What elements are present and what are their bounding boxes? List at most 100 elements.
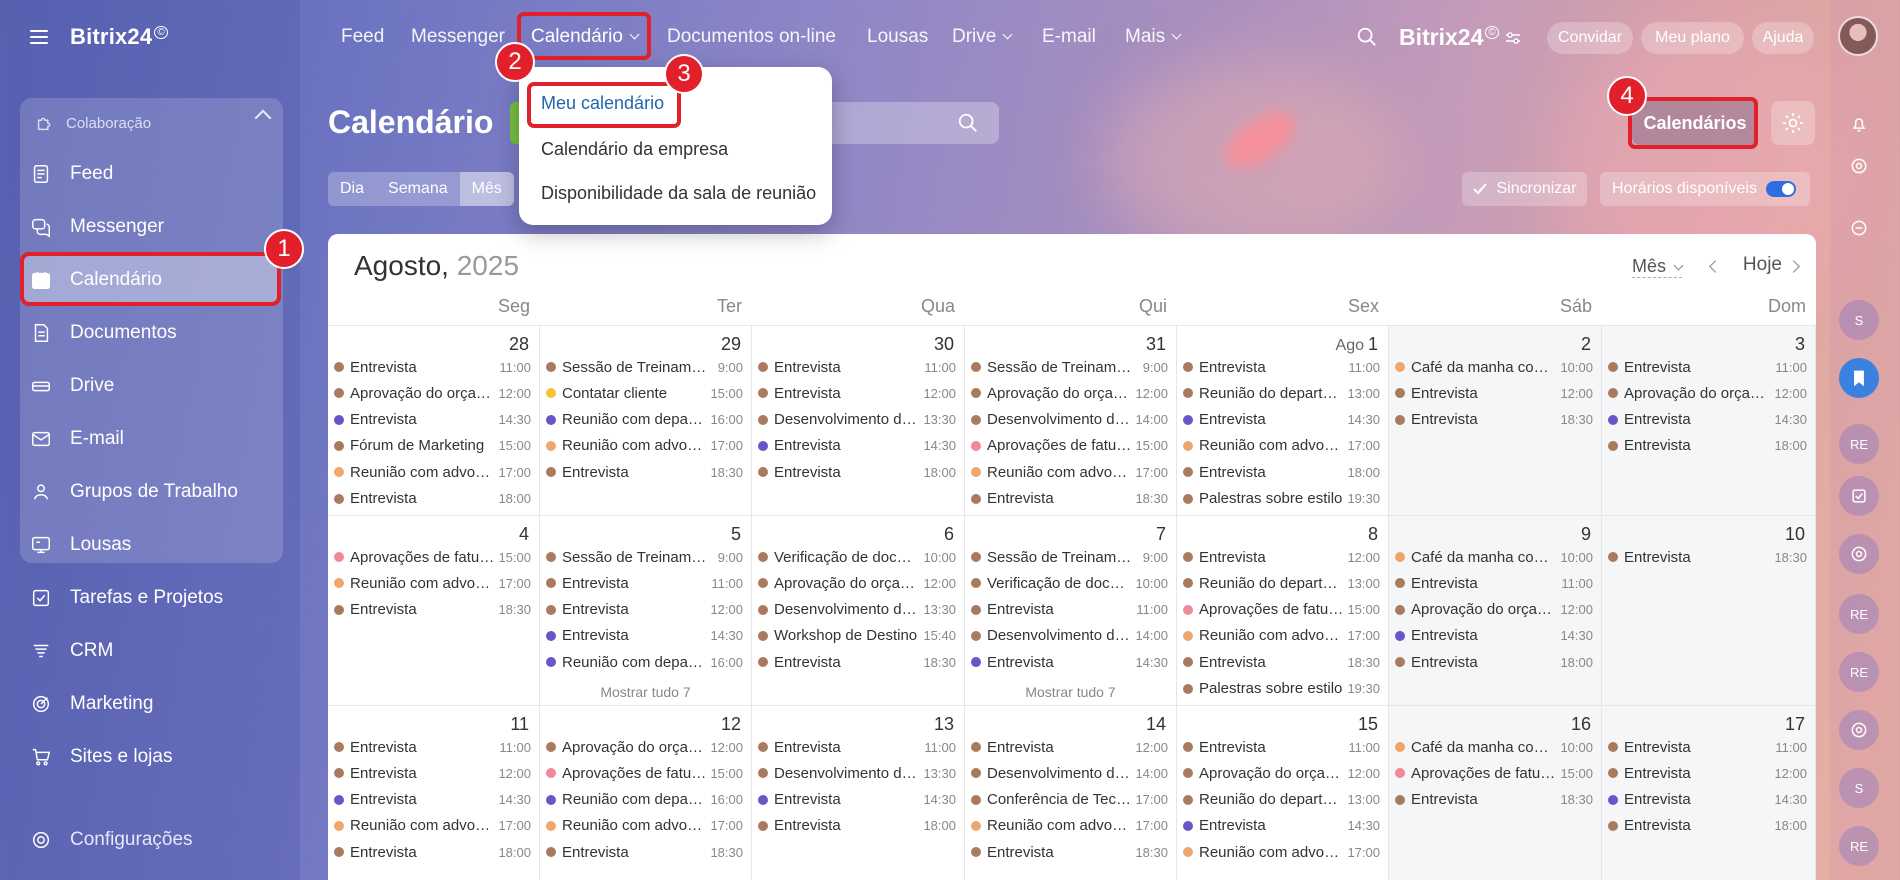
calendar-event[interactable]: Entrevista 18:30 xyxy=(334,599,531,621)
calendar-event[interactable]: Entrevista 18:30 xyxy=(546,461,743,483)
collaboration-header[interactable]: Colaboração xyxy=(34,112,151,134)
calendar-event[interactable]: Reunião com advogados17:00 xyxy=(334,461,531,483)
target-icon[interactable] xyxy=(1839,534,1879,574)
calendar-event[interactable]: Entrevista 14:30 xyxy=(971,651,1168,673)
day-cell[interactable]: 31 Sessão de Treinamento 9:00 Aprovação do … xyxy=(965,326,1177,516)
menu-item-room-availability[interactable]: Disponibilidade da sala de reunião xyxy=(541,183,816,204)
calendar-event[interactable]: Reunião com advogados17:00 xyxy=(546,435,743,457)
topnav-more[interactable]: Mais xyxy=(1125,26,1182,48)
calendar-event[interactable]: Reunião do departamento13:00 xyxy=(1183,572,1380,594)
chevron-up-icon[interactable] xyxy=(254,109,272,127)
rail-avatar[interactable]: RE xyxy=(1839,424,1879,464)
day-cell[interactable]: 10 Entrevista 18:30 xyxy=(1602,516,1816,706)
settings-button[interactable] xyxy=(1771,101,1815,145)
topnav-calendar[interactable]: Calendário xyxy=(531,26,640,48)
calendar-event[interactable]: Entrevista 11:00 xyxy=(1395,572,1593,594)
topnav-documents[interactable]: Documentos on-line xyxy=(667,26,836,48)
calendar-event[interactable]: Aprovação do orçamento12:00 xyxy=(1608,382,1807,404)
rail-avatar[interactable]: S xyxy=(1839,300,1879,340)
rail-avatar[interactable]: S xyxy=(1839,768,1879,808)
sidebar-item-documents[interactable]: Documentos xyxy=(30,313,177,353)
calendar-event[interactable]: Entrevista 18:00 xyxy=(758,815,956,837)
calendar-event[interactable]: Reunião com advogados17:00 xyxy=(971,461,1168,483)
calendar-event[interactable]: Aprovação do orçamento12:00 xyxy=(334,382,531,404)
day-cell[interactable]: 2Café da manha com equipe10:00Entrevista… xyxy=(1389,326,1602,516)
bell-icon[interactable] xyxy=(1839,104,1879,144)
calendar-event[interactable]: Reunião com advogados17:00 xyxy=(971,815,1168,837)
menu-item-company-calendar[interactable]: Calendário da empresa xyxy=(541,139,728,160)
calendar-event[interactable]: Aprovações de faturas 15:00 xyxy=(1183,599,1380,621)
calendar-event[interactable]: Entrevista 18:00 xyxy=(1608,435,1807,457)
calendar-event[interactable]: Aprovações de faturas 15:00 xyxy=(334,546,531,568)
calendar-event[interactable]: Palestras sobre estilo 19:30 xyxy=(1183,678,1380,700)
sidebar-item-marketing[interactable]: Marketing xyxy=(30,684,153,724)
bookmark-icon[interactable] xyxy=(1839,358,1879,398)
calendar-event[interactable]: Entrevista 14:30 xyxy=(334,409,531,431)
calendar-event[interactable]: Entrevista 12:00 xyxy=(546,599,743,621)
calendar-event[interactable]: Entrevista 11:00 xyxy=(758,736,956,758)
sidebar-item-tasks[interactable]: Tarefas e Projetos xyxy=(30,578,223,618)
calendar-event[interactable]: Sessão de Treinamento 9:00 xyxy=(971,546,1168,568)
calendar-event[interactable]: Sessão de Treinamento 9:00 xyxy=(546,546,743,568)
calendar-event[interactable]: Verificação de documentos10:00 xyxy=(758,546,956,568)
calendar-event[interactable]: Entrevista 14:30 xyxy=(1608,789,1807,811)
search-icon[interactable] xyxy=(1356,26,1378,48)
calendar-event[interactable]: Entrevista 12:00 xyxy=(971,736,1168,758)
calendar-event[interactable]: Entrevista 11:00 xyxy=(758,356,956,378)
calendar-event[interactable]: Sessão de Treinamento 9:00 xyxy=(546,356,743,378)
day-cell[interactable]: 3Entrevista11:00Aprovação do orçamento12… xyxy=(1602,326,1816,516)
chat-icon[interactable] xyxy=(1839,208,1879,248)
calendar-event[interactable]: Entrevista 18:30 xyxy=(971,488,1168,510)
calendar-event[interactable]: Reunião do departamento13:00 xyxy=(1183,789,1380,811)
calendar-event[interactable]: Entrevista 11:00 xyxy=(546,572,743,594)
calendar-event[interactable]: Fórum de Marketing 15:00 xyxy=(334,435,531,457)
calendar-event[interactable]: Entrevista 18:00 xyxy=(334,488,531,510)
menu-icon[interactable] xyxy=(30,30,48,44)
calendar-event[interactable]: Aprovações de faturas 15:00 xyxy=(1395,762,1593,784)
calendar-event[interactable]: Entrevista 18:30 xyxy=(1183,651,1380,673)
calendar-event[interactable]: Reunião com advogados17:00 xyxy=(1183,841,1380,863)
check-icon[interactable] xyxy=(1839,476,1879,516)
calendar-event[interactable]: Entrevista 18:00 xyxy=(334,841,531,863)
calendar-event[interactable]: Reunião com advogados17:00 xyxy=(546,815,743,837)
sidebar-item-workgroups[interactable]: Grupos de Trabalho xyxy=(30,472,238,512)
app-logo[interactable]: Bitrix24 © xyxy=(70,24,168,50)
calendar-event[interactable]: Entrevista 18:00 xyxy=(1395,651,1593,673)
sync-button[interactable]: Sincronizar xyxy=(1462,172,1587,206)
calendar-event[interactable]: Desenvolvimento do produto13:30 xyxy=(758,762,956,784)
tab-month[interactable]: Mês xyxy=(459,172,514,206)
sidebar-item-drive[interactable]: Drive xyxy=(30,366,114,406)
day-cell[interactable]: 9Café da manha com equipe10:00Entrevista… xyxy=(1389,516,1602,706)
calendar-event[interactable]: Reunião com departamento16:00 xyxy=(546,789,743,811)
calendar-event[interactable]: Entrevista 18:30 xyxy=(971,841,1168,863)
calendar-event[interactable]: Entrevista 14:30 xyxy=(1395,625,1593,647)
calendar-event[interactable]: Entrevista 18:00 xyxy=(758,461,956,483)
day-cell[interactable]: 6Verificação de documentos10:00Aprovação… xyxy=(752,516,965,706)
calendar-event[interactable]: Entrevista 11:00 xyxy=(1608,356,1807,378)
calendar-event[interactable]: Entrevista 18:30 xyxy=(758,651,956,673)
calendar-event[interactable]: Conferência de Tecnologia17:00 xyxy=(971,789,1168,811)
day-cell[interactable]: 12Aprovação do orçamento12:00Aprovações … xyxy=(540,706,752,880)
brand-logo[interactable]: Bitrix24 © xyxy=(1399,24,1499,51)
calendar-event[interactable]: Contatar cliente 15:00 xyxy=(546,382,743,404)
target-icon[interactable] xyxy=(1839,710,1879,750)
day-cell[interactable]: 16Café da manha com equipe10:00Aprovaçõe… xyxy=(1389,706,1602,880)
calendar-event[interactable]: Reunião com advogados17:00 xyxy=(334,815,531,837)
calendar-event[interactable]: Entrevista 14:30 xyxy=(1183,409,1380,431)
tab-week[interactable]: Semana xyxy=(376,172,460,206)
topnav-messenger[interactable]: Messenger xyxy=(411,26,505,48)
prev-month-button[interactable] xyxy=(1709,260,1722,273)
calendar-event[interactable]: Aprovação do orçamento12:00 xyxy=(1183,762,1380,784)
view-select[interactable]: Mês xyxy=(1631,256,1684,278)
calendar-event[interactable]: Entrevista 12:00 xyxy=(1183,546,1380,568)
day-cell[interactable]: Ago1Entrevista11:00Reunião do departamen… xyxy=(1177,326,1389,516)
settings-sliders-icon[interactable] xyxy=(1505,30,1521,46)
calendar-event[interactable]: Reunião com advogados17:00 xyxy=(1183,625,1380,647)
calendar-event[interactable]: Aprovações de faturas 15:00 xyxy=(971,435,1168,457)
calendar-event[interactable]: Entrevista 18:30 xyxy=(546,841,743,863)
calendars-button[interactable]: Calendários xyxy=(1632,101,1758,145)
calendar-event[interactable]: Entrevista 11:00 xyxy=(1183,736,1380,758)
calendar-event[interactable]: Verificação de documentos10:00 xyxy=(971,572,1168,594)
day-cell[interactable]: 28Entrevista11:00Aprovação do orçamento1… xyxy=(328,326,540,516)
invite-button[interactable]: Convidar xyxy=(1547,22,1633,54)
